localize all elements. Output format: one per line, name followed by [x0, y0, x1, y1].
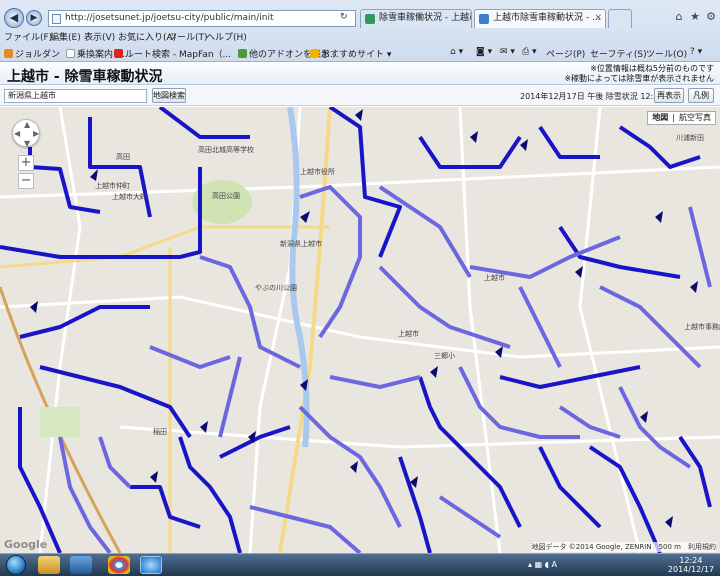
fav-item-jorudan[interactable]: ジョルダン — [4, 47, 60, 60]
menu-bar: ファイル(F) 編集(E) 表示(V) お気に入り(A) ツール(T) ヘルプ(… — [0, 30, 720, 43]
settings-gear-icon[interactable]: ⚙ — [704, 10, 718, 24]
map-label: 上越市大町 — [112, 193, 147, 201]
map-label: 川浦新田 — [676, 134, 704, 142]
river — [287, 107, 310, 448]
map-label: 上越市 — [484, 274, 505, 282]
green-area — [40, 407, 80, 437]
map-label: 上越市仲町 — [95, 182, 130, 190]
clock[interactable]: 12:24 2014/12/17 — [668, 556, 714, 574]
tab-1[interactable]: 上越市除雪車稼動状況 - ... × — [474, 9, 606, 28]
close-tab-icon[interactable]: × — [594, 10, 602, 27]
help-icon[interactable]: ? ▾ — [690, 47, 702, 57]
print-icon[interactable]: ⎙ ▾ — [522, 47, 537, 57]
favorites-bar: ジョルダン 乗換案内 - ... ルート検索 - MapFan（... 他のアド… — [0, 44, 720, 61]
zoom-in-button[interactable]: + — [18, 155, 34, 171]
tab-favicon — [479, 14, 489, 24]
address-bar[interactable]: http://josetsunet.jp/joetsu-city/public/… — [48, 10, 356, 27]
map-label: 三郷小 — [434, 352, 455, 360]
map-label: 高田 — [116, 153, 130, 161]
pan-down-icon[interactable]: ▼ — [24, 139, 30, 148]
menu-page[interactable]: ページ(P) — [546, 47, 585, 60]
forward-icon[interactable]: ▶ — [26, 10, 42, 26]
map-label: 稲田 — [153, 428, 167, 436]
mapfan-icon — [114, 49, 123, 58]
clock-time: 12:24 — [679, 556, 703, 565]
map-label: 高田公園 — [212, 192, 240, 200]
menu-edit[interactable]: 編集(E) — [50, 30, 81, 43]
map-label: 上越市 — [398, 330, 419, 338]
pan-control[interactable]: ▲ ▼ ◀ ▶ — [12, 119, 40, 148]
map-canvas — [0, 107, 720, 553]
map-type-control: 地図 | 航空写真 — [647, 111, 716, 125]
base-roads — [0, 107, 720, 553]
new-tab-button[interactable] — [608, 9, 632, 28]
page-title: 上越市 - 除雪車稼動状況 — [7, 69, 163, 85]
fav-item-recommended[interactable]: おすすめサイト ▾ — [310, 47, 391, 60]
taskbar: ▴ ▦ ◖ A 12:24 2014/12/17 — [0, 553, 720, 576]
page-icon — [52, 14, 61, 24]
jorudan-icon — [4, 49, 13, 58]
clock-date: 2014/12/17 — [667, 565, 714, 574]
map-label: やぶの川公園 — [255, 284, 297, 292]
system-tray: ▴ ▦ ◖ A — [528, 560, 557, 569]
google-logo: Google — [4, 538, 48, 551]
rss-icon[interactable]: ◙ ▾ — [476, 47, 492, 57]
map-label: 上越市役所 — [300, 168, 335, 176]
start-button[interactable] — [6, 555, 26, 575]
tab-label: 上越市除雪車稼動状況 - ... — [493, 13, 601, 23]
tab-label: 除雪車稼働状況 - 上越市ホー... — [379, 13, 471, 23]
page-header: 上越市 - 除雪車稼動状況 ※位置情報は概ね5分前のものです ※稼動によっては除… — [0, 63, 720, 85]
refresh-button[interactable]: 再表示 — [654, 88, 684, 103]
page-icon — [66, 49, 75, 58]
mail-icon[interactable]: ✉ ▾ — [500, 47, 515, 57]
internet-explorer-icon[interactable] — [140, 556, 162, 574]
map-type-satellite[interactable]: 航空写真 — [675, 113, 715, 122]
browser-chrome: ◀ ▶ http://josetsunet.jp/joetsu-city/pub… — [0, 0, 720, 62]
volume-icon[interactable]: ◖ — [545, 560, 549, 569]
pan-up-icon[interactable]: ▲ — [24, 120, 30, 129]
menu-help[interactable]: ヘルプ(H) — [206, 30, 247, 43]
address-text: http://josetsunet.jp/joetsu-city/public/… — [65, 13, 274, 23]
map-label: 高田北城高等学校 — [198, 146, 254, 154]
map-attribution: 地図データ ©2014 Google, ZENRIN 500 m 利用規約 — [531, 542, 716, 552]
favorites-star-icon[interactable]: ★ — [688, 10, 702, 24]
map-toolbar: 新潟県上越市 地図検索 2014年12月17日 午後 除雪状況 12:23 現在… — [0, 86, 720, 106]
menu-safety[interactable]: セーフティ(S) — [590, 47, 647, 60]
place-input[interactable]: 新潟県上越市 — [4, 89, 147, 103]
map-label: 新潟県上越市 — [280, 240, 322, 248]
note-position: ※位置情報は概ね5分前のものです — [590, 64, 714, 73]
legend-button[interactable]: 凡例 — [688, 88, 714, 103]
tab-favicon — [365, 14, 375, 24]
map-area[interactable]: 高田北城高等学校 上越市仲町 上越市大町 高田公園 高田 新潟県上越市 上越市役… — [0, 107, 720, 553]
media-player-icon[interactable] — [70, 556, 92, 574]
page-notes: ※位置情報は概ね5分前のものです ※稼動によっては除雪車が表示されません — [564, 64, 714, 84]
home-icon[interactable]: ⌂ — [672, 10, 686, 24]
map-type-map[interactable]: 地図 — [648, 113, 672, 122]
language-icon[interactable]: A — [551, 560, 556, 569]
network-icon[interactable]: ▦ — [535, 560, 543, 569]
back-icon[interactable]: ◀ — [4, 8, 24, 28]
zoom-out-button[interactable]: − — [18, 173, 34, 189]
menu-tools-cmd[interactable]: ツール(O) — [646, 47, 687, 60]
pan-right-icon[interactable]: ▶ — [33, 129, 39, 138]
tray-arrow-icon[interactable]: ▴ — [528, 560, 532, 569]
addon-icon — [238, 49, 247, 58]
map-label: 上越市事務組合 — [684, 323, 720, 331]
map-search-button[interactable]: 地図検索 — [152, 88, 186, 103]
fav-item-mapfan[interactable]: ルート検索 - MapFan（... — [114, 47, 231, 60]
recommended-icon — [310, 49, 319, 58]
tab-0[interactable]: 除雪車稼働状況 - 上越市ホー... — [360, 9, 472, 28]
menu-tools[interactable]: ツール(T) — [168, 30, 208, 43]
menu-view[interactable]: 表示(V) — [84, 30, 115, 43]
refresh-icon[interactable]: ↻ — [340, 12, 348, 22]
home-cmd-icon[interactable]: ⌂ ▾ — [450, 47, 463, 57]
chrome-icon[interactable] — [108, 556, 130, 574]
menu-file[interactable]: ファイル(F) — [4, 30, 52, 43]
pan-left-icon[interactable]: ◀ — [14, 129, 20, 138]
note-display: ※稼動によっては除雪車が表示されません — [564, 74, 714, 83]
explorer-icon[interactable] — [38, 556, 60, 574]
